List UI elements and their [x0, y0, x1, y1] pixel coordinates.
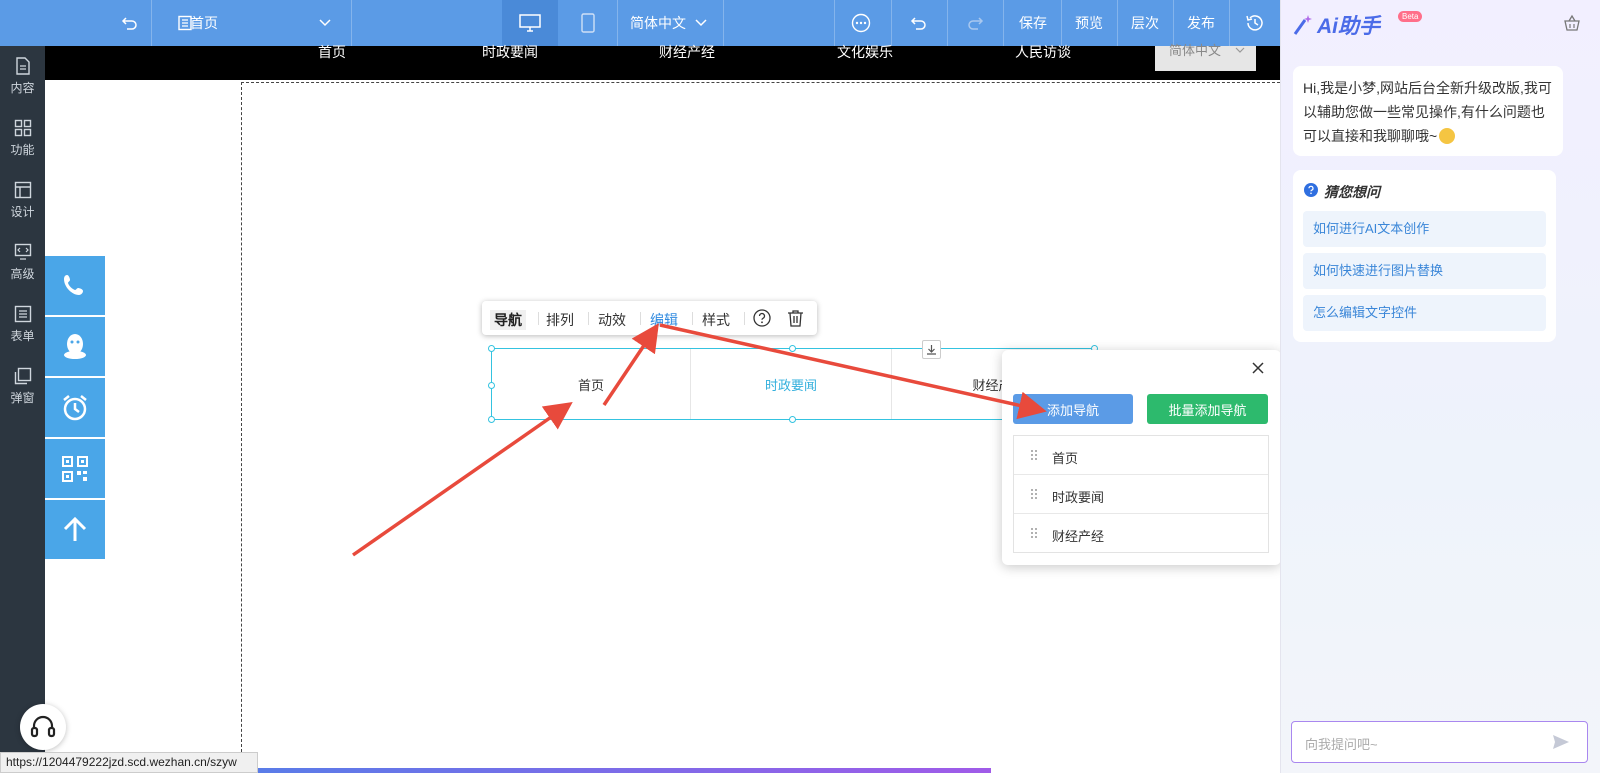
sidebar-item-label: 功能: [10, 142, 35, 157]
suggested-question[interactable]: 怎么编辑文字控件: [1303, 295, 1546, 331]
sidebar-item-design[interactable]: 设计: [0, 170, 45, 230]
redo-icon[interactable]: [955, 0, 995, 46]
more-icon[interactable]: [841, 0, 881, 46]
sidebar-item-label: 设计: [10, 204, 35, 219]
ai-question-placeholder: 向我提问吧~: [1305, 737, 1378, 752]
chevron-down-icon[interactable]: [693, 0, 709, 46]
resize-handle[interactable]: [789, 416, 796, 423]
ctx-tab-edit[interactable]: 编辑: [650, 310, 678, 330]
desktop-view-icon[interactable]: [502, 0, 558, 46]
ai-sparkle-icon: [1293, 15, 1312, 35]
list-item-label: 时政要闻: [1052, 490, 1105, 505]
batch-add-nav-button[interactable]: 批量添加导航: [1147, 394, 1268, 424]
site-nav-bar: 首页 时政要闻 财经产经 文化娱乐 人民访谈: [45, 45, 1280, 80]
preview-button[interactable]: 预览: [1061, 0, 1117, 46]
sidebar-item-label: 弹窗: [10, 390, 35, 405]
site-nav-item[interactable]: 文化娱乐: [837, 45, 893, 80]
language-select[interactable]: 简体中文: [630, 0, 690, 46]
site-nav-item[interactable]: 财经产经: [659, 45, 715, 80]
undo-icon[interactable]: [899, 0, 939, 46]
left-sidebar: 内容 功能 设计 高级 表单 弹窗: [0, 46, 45, 773]
ai-greeting-text: Hi,我是小梦,网站后台全新升级改版,我可以辅助您做一些常见操作,有什么问题也可…: [1303, 80, 1552, 144]
resize-handle[interactable]: [488, 382, 495, 389]
site-nav-item[interactable]: 时政要闻: [482, 45, 538, 80]
save-button[interactable]: 保存: [1005, 0, 1061, 46]
top-toolbar: 首页 简体中文 保存 预览 层次 发布: [0, 0, 1280, 46]
download-icon[interactable]: [922, 340, 941, 359]
section-guide: [241, 82, 1280, 83]
ctx-tab-arrange[interactable]: 排列: [546, 310, 574, 330]
nav-widget-item[interactable]: 时政要闻: [691, 349, 891, 419]
ai-title: Ai助手: [1317, 15, 1380, 38]
site-language-label: 简体中文: [1169, 43, 1222, 58]
arrow-up-icon[interactable]: [45, 500, 105, 559]
beta-badge: Beta: [1398, 11, 1423, 22]
smile-emoji-icon: [1439, 128, 1456, 144]
site-language-select[interactable]: 简体中文: [1155, 43, 1256, 71]
chevron-down-icon[interactable]: [315, 0, 335, 46]
grid-icon: [14, 119, 31, 136]
sidebar-item-label: 高级: [10, 266, 35, 281]
history-icon[interactable]: [1232, 0, 1278, 46]
help-icon[interactable]: [753, 309, 771, 327]
code-monitor-icon: [14, 243, 31, 260]
question-icon: [1304, 183, 1318, 197]
layers-button[interactable]: 层次: [1117, 0, 1173, 46]
guess-title: 猜您想问: [1324, 184, 1380, 200]
resize-handle[interactable]: [488, 416, 495, 423]
sidebar-item-popup[interactable]: 弹窗: [0, 356, 45, 416]
resize-handle[interactable]: [789, 345, 796, 352]
status-url: https://1204479222jzd.scd.wezhan.cn/szyw: [0, 752, 258, 773]
list-item[interactable]: 首页: [1014, 436, 1268, 475]
loading-progress-bar: [258, 768, 991, 773]
qrcode-icon[interactable]: [45, 439, 105, 498]
ai-greeting: Hi,我是小梦,网站后台全新升级改版,我可以辅助您做一些常见操作,有什么问题也可…: [1293, 66, 1563, 156]
sidebar-item-label: 内容: [10, 80, 35, 95]
chevron-down-icon: [1235, 47, 1245, 53]
publish-button[interactable]: 发布: [1173, 0, 1229, 46]
drag-handle-icon[interactable]: [1030, 527, 1038, 539]
ctx-tab-nav[interactable]: 导航: [490, 310, 526, 330]
sidebar-item-content[interactable]: 内容: [0, 46, 45, 106]
drag-handle-icon[interactable]: [1030, 488, 1038, 500]
resize-handle[interactable]: [488, 345, 495, 352]
send-icon[interactable]: [1552, 734, 1570, 750]
suggested-question[interactable]: 如何快速进行图片替换: [1303, 253, 1546, 289]
close-icon[interactable]: [1252, 362, 1264, 374]
headset-support-icon[interactable]: [20, 704, 66, 750]
sidebar-item-function[interactable]: 功能: [0, 108, 45, 168]
site-nav-item[interactable]: 首页: [318, 45, 346, 80]
trash-icon[interactable]: [787, 309, 804, 327]
ctx-tab-style[interactable]: 样式: [702, 310, 730, 330]
basket-icon[interactable]: [1563, 14, 1581, 32]
page-selector[interactable]: 首页: [190, 0, 290, 46]
context-toolbar: 导航 排列 动效 编辑 样式: [482, 301, 817, 335]
nav-item-list: 首页 时政要闻 财经产经: [1013, 435, 1269, 553]
drag-handle-icon[interactable]: [1030, 449, 1038, 461]
popup-icon: [14, 367, 31, 384]
suggested-question[interactable]: 如何进行AI文本创作: [1303, 211, 1546, 247]
section-guide: [241, 82, 242, 762]
nav-widget-item[interactable]: 首页: [492, 349, 690, 419]
phone-icon[interactable]: [45, 256, 105, 315]
sidebar-item-label: 表单: [10, 328, 35, 343]
form-icon: [14, 305, 31, 322]
sidebar-item-form[interactable]: 表单: [0, 294, 45, 354]
mobile-view-icon[interactable]: [560, 0, 616, 46]
list-item-label: 首页: [1052, 451, 1079, 466]
add-nav-button[interactable]: 添加导航: [1013, 394, 1133, 424]
list-item[interactable]: 财经产经: [1014, 514, 1268, 553]
undo-page-icon[interactable]: [110, 0, 150, 46]
qq-icon[interactable]: [45, 317, 105, 376]
list-item[interactable]: 时政要闻: [1014, 475, 1268, 514]
file-icon: [15, 56, 30, 75]
layout-icon: [14, 181, 31, 198]
site-nav-item[interactable]: 人民访谈: [1015, 45, 1071, 80]
ctx-tab-animation[interactable]: 动效: [598, 310, 626, 330]
sidebar-item-advanced[interactable]: 高级: [0, 232, 45, 292]
list-item-label: 财经产经: [1052, 529, 1105, 544]
alarm-icon[interactable]: [45, 378, 105, 437]
